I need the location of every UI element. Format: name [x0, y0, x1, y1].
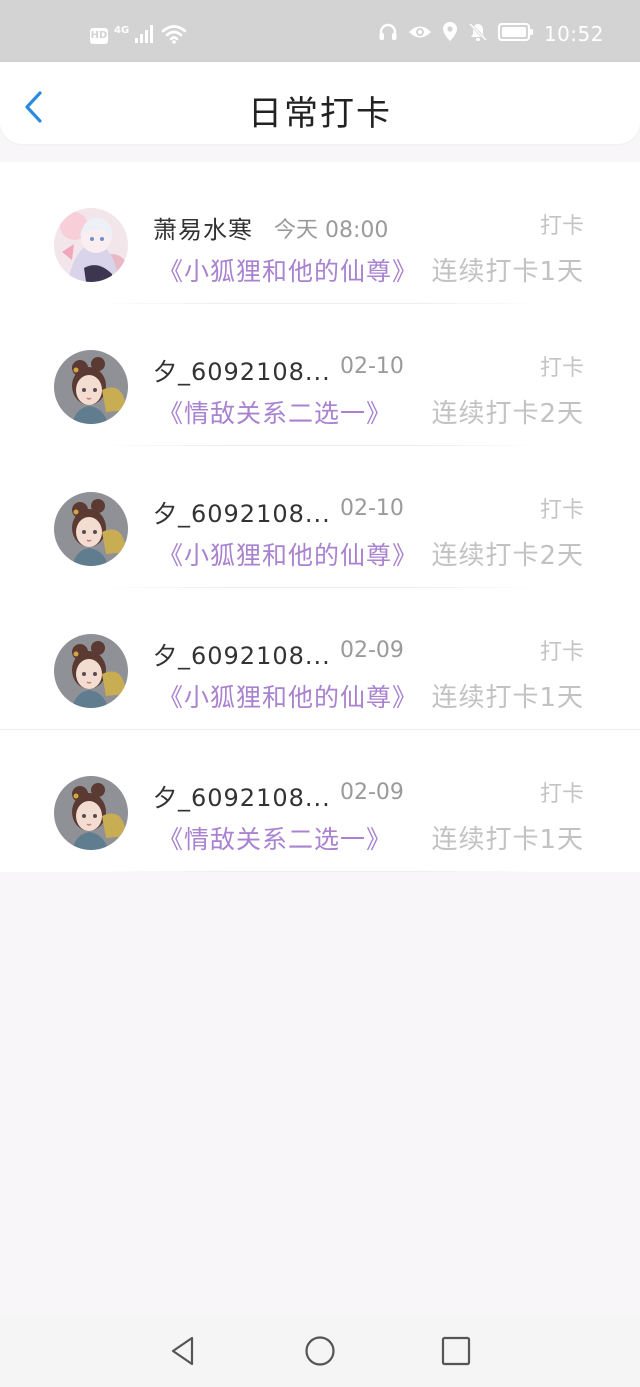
home-circle-icon: [305, 1336, 335, 1366]
status-right: 10:52: [378, 22, 604, 46]
checkin-date: 02-10: [340, 354, 404, 379]
streak-text: 连续打卡1天: [431, 683, 584, 713]
wifi-icon: [161, 24, 187, 48]
status-bar: HD 4G 10:52: [0, 0, 640, 64]
streak-text: 连续打卡1天: [431, 257, 584, 287]
book-title[interactable]: 《情敌关系二选一》: [158, 394, 392, 430]
user-name: 夕_6092108...: [153, 358, 331, 386]
list-item[interactable]: 萧易水寒 今天 08:00 打卡 《小狐狸和他的仙尊》 连续打卡1天: [0, 162, 640, 304]
hd-badge: HD: [90, 28, 108, 44]
checkin-date: 今天 08:00: [274, 218, 389, 243]
status-left: HD 4G: [90, 24, 187, 48]
avatar[interactable]: [54, 634, 128, 708]
back-triangle-icon: [171, 1336, 194, 1366]
streak-text: 连续打卡2天: [431, 541, 584, 571]
nav-back-button[interactable]: [168, 1335, 200, 1367]
checkin-action-label: 打卡: [539, 498, 584, 523]
network-type-label: 4G: [114, 24, 130, 36]
anime-avatar-girl-fan-icon: [54, 634, 128, 708]
checkin-list: 萧易水寒 今天 08:00 打卡 《小狐狸和他的仙尊》 连续打卡1天 夕_609…: [0, 162, 640, 872]
list-item[interactable]: 夕_6092108... 02-09 打卡 《情敌关系二选一》 连续打卡1天: [0, 730, 640, 872]
system-nav-bar: [0, 1315, 640, 1387]
anime-avatar-girl-fan-icon: [54, 350, 128, 424]
book-title[interactable]: 《小狐狸和他的仙尊》: [158, 536, 418, 572]
user-name: 萧易水寒: [153, 216, 253, 244]
page-title: 日常打卡: [248, 94, 392, 134]
user-name: 夕_6092108...: [153, 642, 331, 670]
avatar[interactable]: [54, 208, 128, 282]
checkin-action-label: 打卡: [539, 214, 584, 239]
anime-avatar-girl-fan-icon: [54, 776, 128, 850]
status-time: 10:52: [543, 22, 604, 46]
app-header: 日常打卡: [0, 62, 640, 144]
checkin-action-label: 打卡: [539, 782, 584, 807]
battery-icon: [497, 23, 534, 45]
avatar[interactable]: [54, 776, 128, 850]
avatar[interactable]: [54, 350, 128, 424]
checkin-date: 02-09: [340, 638, 404, 663]
recents-square-icon: [441, 1336, 471, 1366]
list-item[interactable]: 夕_6092108... 02-10 打卡 《情敌关系二选一》 连续打卡2天: [0, 304, 640, 446]
user-name: 夕_6092108...: [153, 500, 331, 528]
streak-text: 连续打卡2天: [431, 399, 584, 429]
bell-off-icon: [468, 22, 488, 46]
checkin-action-label: 打卡: [539, 356, 584, 381]
nav-recents-button[interactable]: [440, 1335, 472, 1367]
anime-avatar-girl-fan-icon: [54, 492, 128, 566]
book-title[interactable]: 《小狐狸和他的仙尊》: [158, 678, 418, 714]
checkin-action-label: 打卡: [539, 640, 584, 665]
streak-text: 连续打卡1天: [431, 825, 584, 855]
anime-avatar-white-hair-icon: [54, 208, 128, 282]
user-name: 夕_6092108...: [153, 784, 331, 812]
list-item[interactable]: 夕_6092108... 02-10 打卡 《小狐狸和他的仙尊》 连续打卡2天: [0, 446, 640, 588]
signal-icon: [135, 25, 155, 47]
checkin-date: 02-09: [340, 780, 404, 805]
nav-home-button[interactable]: [304, 1335, 336, 1367]
book-title[interactable]: 《情敌关系二选一》: [158, 820, 392, 856]
screen: HD 4G 10:52 日常打卡 萧易水寒 今天 08:00 打卡 《小狐狸和他…: [0, 0, 640, 1387]
checkin-date: 02-10: [340, 496, 404, 521]
location-icon: [442, 22, 458, 46]
book-title[interactable]: 《小狐狸和他的仙尊》: [158, 252, 418, 288]
list-item[interactable]: 夕_6092108... 02-09 打卡 《小狐狸和他的仙尊》 连续打卡1天: [0, 588, 640, 730]
avatar[interactable]: [54, 492, 128, 566]
eye-icon: [408, 23, 432, 45]
headphones-icon: [378, 22, 398, 46]
